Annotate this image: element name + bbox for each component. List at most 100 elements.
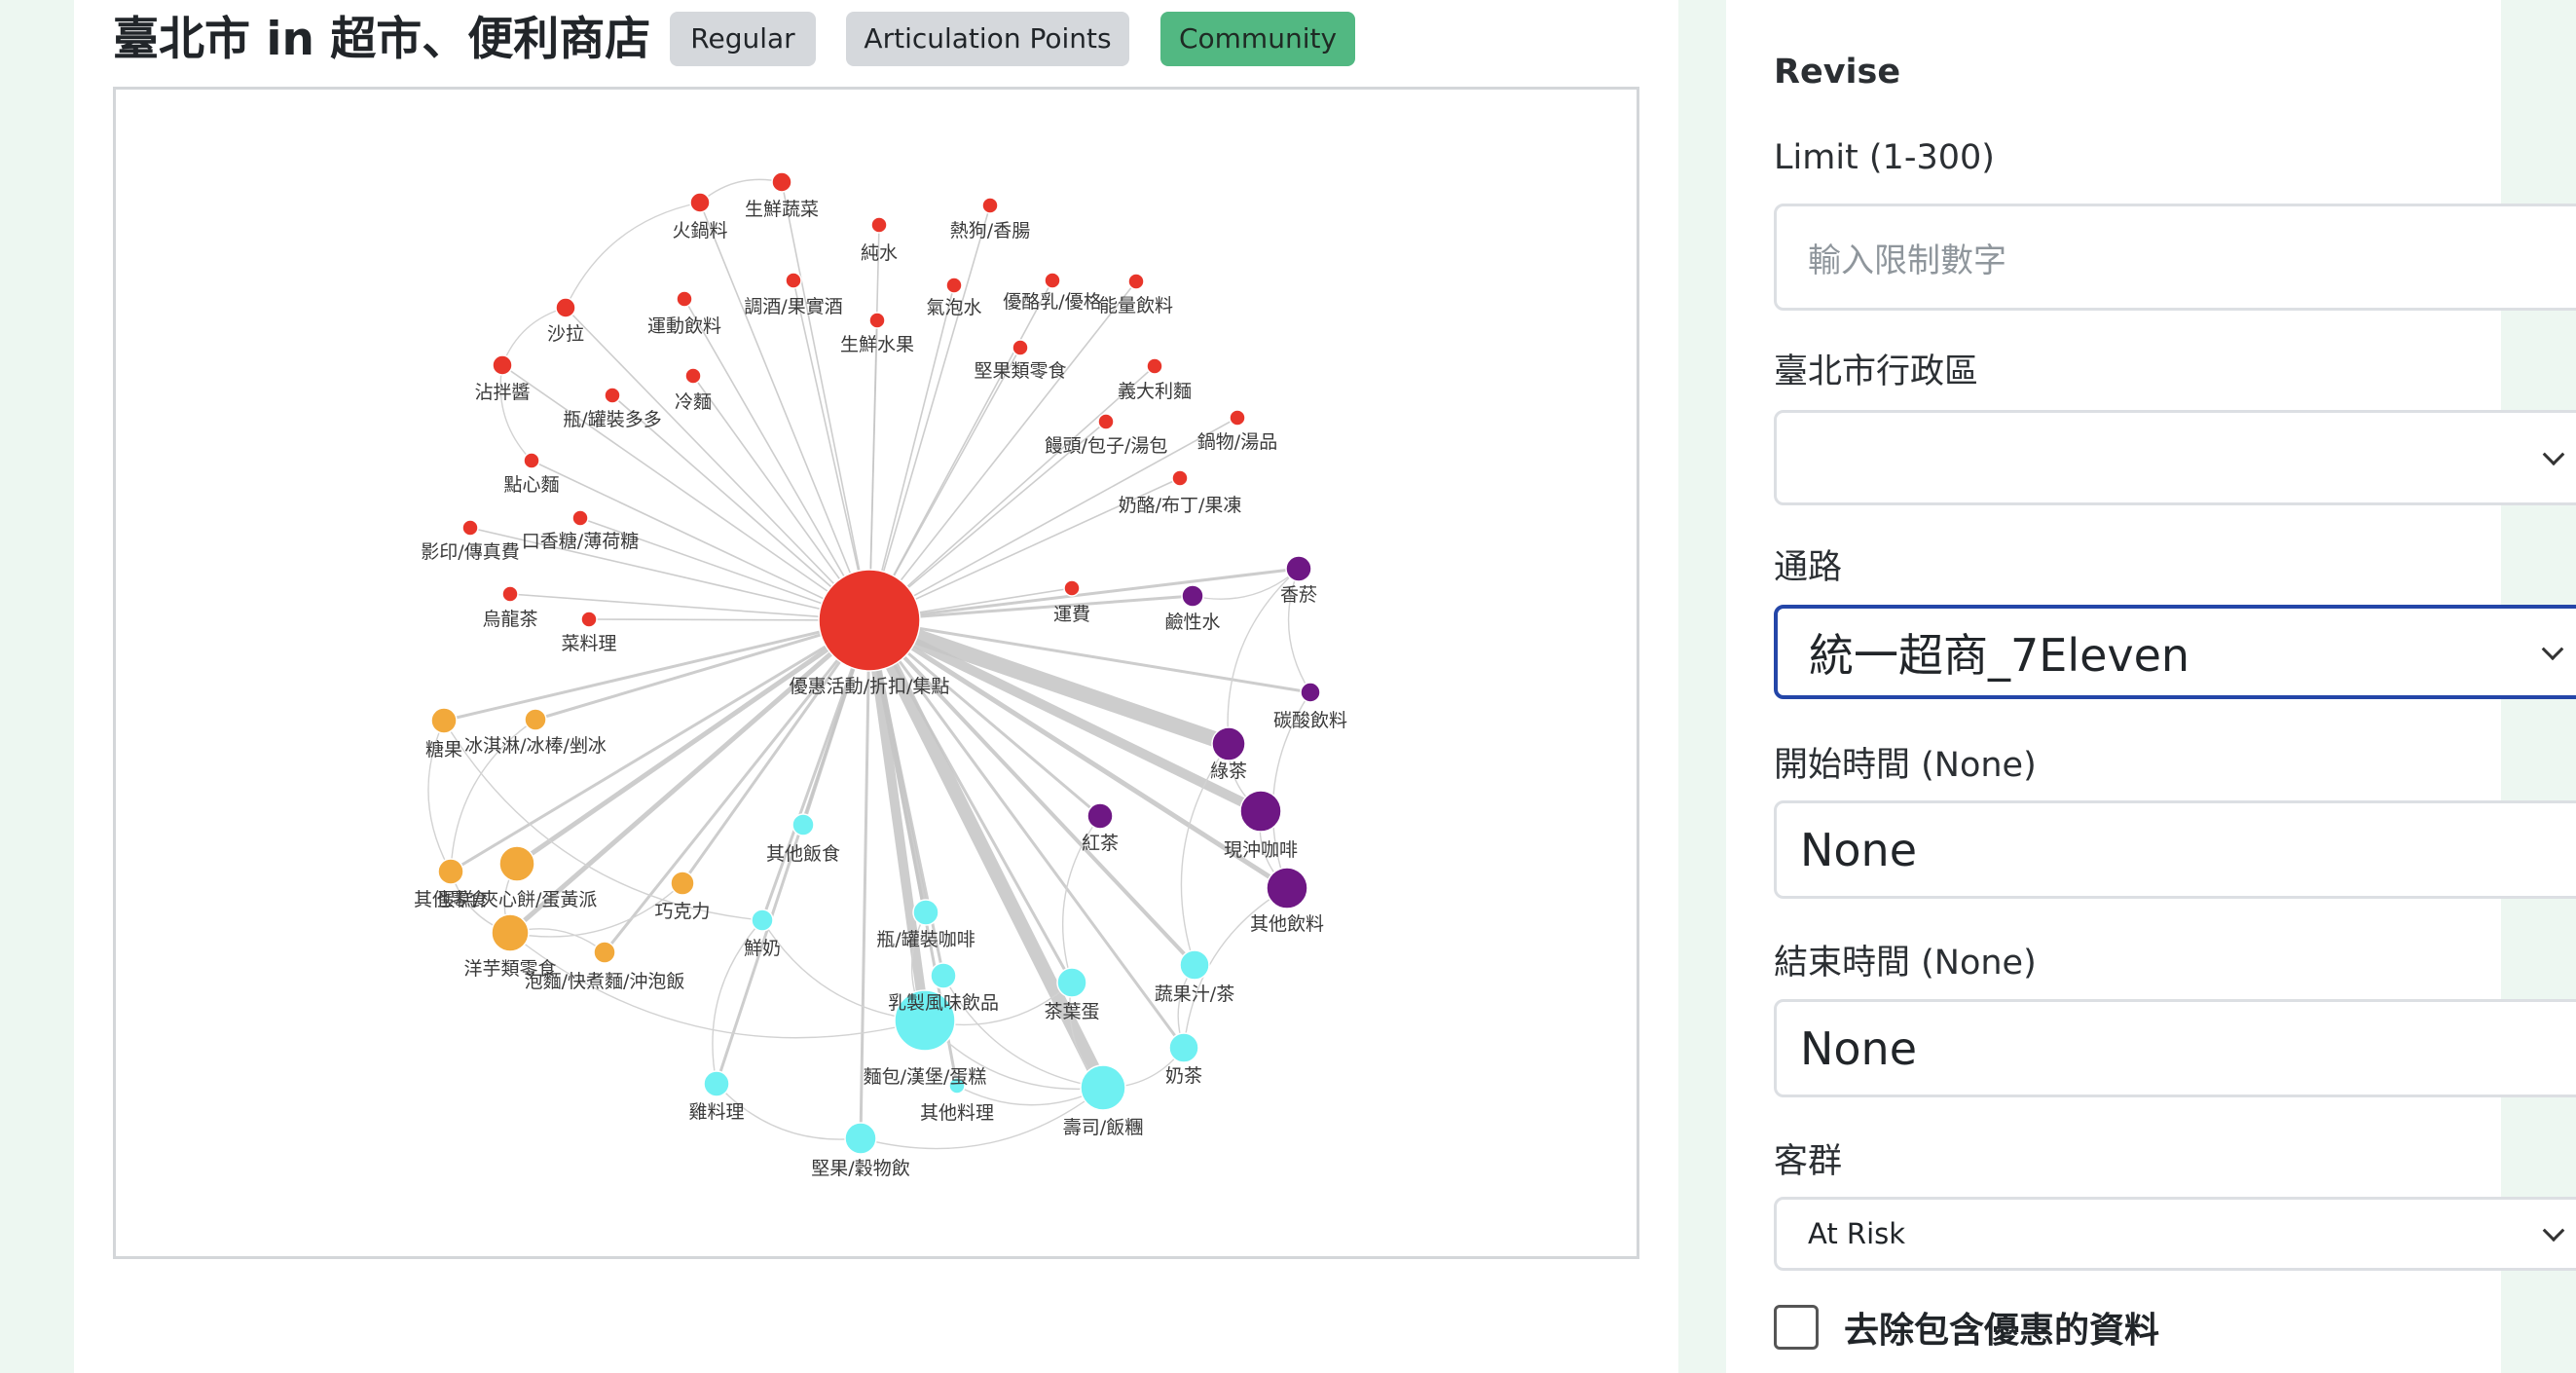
graph-node[interactable] [981, 197, 999, 214]
graph-node[interactable] [818, 569, 921, 672]
customer-group-label: 客群 [1774, 1142, 1843, 1181]
graph-node[interactable] [1044, 272, 1061, 289]
graph-node-label: 巧克力 [654, 901, 710, 922]
graph-node-label: 其他飲料 [1250, 913, 1324, 935]
graph-node[interactable] [771, 171, 792, 193]
exclude-discount-label: 去除包含優惠的資料 [1844, 1311, 2160, 1351]
graph-node[interactable] [501, 585, 519, 603]
main-panel: 臺北市 in 超市、便利商店 Regular Articulation Poin… [74, 0, 1678, 1373]
graph-node[interactable] [684, 367, 702, 385]
graph-node[interactable] [676, 290, 693, 308]
graph-node[interactable] [593, 941, 616, 964]
graph-node[interactable] [1285, 555, 1312, 582]
graph-node[interactable] [930, 962, 957, 989]
limit-input[interactable]: 輸入限制數字 [1774, 204, 2576, 311]
graph-node[interactable] [1266, 867, 1308, 909]
graph-node[interactable] [1127, 273, 1145, 290]
graph-node[interactable] [555, 297, 576, 318]
graph-node-label: 純水 [861, 242, 898, 264]
graph-node-label: 能量飲料 [1099, 295, 1173, 316]
graph-node[interactable] [604, 387, 621, 404]
graph-node[interactable] [868, 312, 886, 329]
graph-node[interactable] [1168, 1032, 1199, 1063]
channel-label: 通路 [1774, 548, 1843, 587]
graph-node-label: 點心麵 [503, 474, 559, 496]
graph-node[interactable] [523, 452, 540, 469]
graph-node[interactable] [1063, 579, 1081, 597]
graph-node[interactable] [1239, 790, 1282, 833]
graph-node-label: 運費 [1053, 604, 1090, 625]
end-time-input[interactable]: None [1774, 999, 2576, 1097]
graph-node[interactable] [785, 272, 802, 289]
graph-node[interactable] [1179, 949, 1210, 981]
graph-node-label: 堅果/穀物飲 [811, 1158, 909, 1179]
graph-node-label: 生鮮蔬菜 [745, 199, 819, 220]
graph-node[interactable] [870, 216, 888, 234]
customer-group-select[interactable]: At Risk [1774, 1197, 2576, 1271]
tab-articulation-points[interactable]: Articulation Points [846, 12, 1129, 66]
graph-node[interactable] [498, 845, 535, 882]
graph-node-label: 運動飲料 [647, 315, 721, 337]
graph-edge [868, 204, 991, 621]
graph-node[interactable] [430, 707, 458, 734]
graph-node[interactable] [1171, 469, 1189, 487]
chevron-down-icon [2541, 637, 2564, 660]
graph-node-label: 調酒/果實酒 [744, 296, 842, 317]
graph-edge [699, 202, 870, 621]
graph-node[interactable] [571, 509, 589, 527]
channel-value: 統一超商_7Eleven [1809, 628, 2190, 682]
graph-node[interactable] [1012, 339, 1029, 356]
network-graph-panel[interactable]: 優惠活動/折扣/集點 生鮮蔬菜 火鍋料 純水 熱狗/香腸 調酒/果實酒 氣泡水 優酪乳/優格能… [113, 87, 1639, 1259]
graph-node-label: 鹼性水 [1164, 612, 1220, 633]
graph-node[interactable] [1097, 413, 1115, 430]
graph-node[interactable] [492, 354, 513, 376]
graph-node[interactable] [1080, 1064, 1126, 1111]
graph-edge [859, 619, 871, 1139]
graph-node[interactable] [703, 1070, 730, 1097]
graph-node[interactable] [945, 277, 963, 294]
graph-node[interactable] [491, 913, 530, 952]
graph-node-label: 蔬果汁/茶 [1155, 983, 1234, 1005]
graph-node[interactable] [791, 813, 815, 836]
graph-node-label: 乳製風味飲品 [888, 992, 999, 1014]
graph-node[interactable] [1056, 967, 1087, 998]
graph-node-label: 義大利麵 [1118, 381, 1192, 402]
graph-node[interactable] [751, 909, 774, 932]
graph-node[interactable] [1300, 682, 1321, 703]
graph-node-label: 泡麵/快煮麵/沖泡飯 [525, 971, 685, 992]
graph-node-label: 熱狗/香腸 [950, 220, 1030, 241]
tab-community[interactable]: Community [1160, 12, 1355, 66]
graph-node[interactable] [1211, 726, 1246, 761]
graph-node[interactable] [1146, 357, 1163, 375]
graph-node-label: 其他飯食 [766, 843, 840, 865]
graph-node-label: 口香糖/薄荷糖 [522, 531, 639, 552]
graph-node-label: 香菸 [1280, 584, 1317, 606]
end-time-value: None [1800, 1021, 1918, 1075]
channel-select[interactable]: 統一超商_7Eleven [1774, 605, 2576, 699]
graph-node[interactable] [1229, 409, 1246, 427]
exclude-discount-checkbox[interactable] [1774, 1305, 1819, 1350]
graph-node[interactable] [689, 192, 711, 213]
tab-regular[interactable]: Regular [670, 12, 816, 66]
graph-node[interactable] [437, 858, 464, 885]
graph-node[interactable] [670, 871, 695, 896]
graph-node[interactable] [580, 611, 598, 628]
graph-node[interactable] [461, 519, 479, 537]
graph-node-label: 饅頭/包子/湯包 [1045, 435, 1168, 457]
graph-node[interactable] [1086, 802, 1114, 830]
graph-node-label: 沙拉 [547, 323, 584, 345]
graph-node[interactable] [524, 708, 547, 731]
chevron-down-icon [2542, 443, 2565, 466]
graph-node[interactable] [844, 1122, 877, 1155]
network-graph[interactable]: 優惠活動/折扣/集點 生鮮蔬菜火鍋料純水 熱狗/香腸調酒/果實酒 氣泡水 優酪乳/優格能… [116, 90, 1637, 1256]
graph-edge [603, 619, 871, 953]
graph-node-label: 鮮奶 [744, 938, 781, 959]
start-time-label: 開始時間 (None) [1774, 746, 2037, 785]
graph-edge [792, 279, 870, 621]
graph-node[interactable] [1181, 584, 1204, 608]
graph-node-label: 現沖咖啡 [1224, 839, 1298, 861]
graph-node[interactable] [912, 899, 939, 926]
graph-node-label: 雞料理 [688, 1101, 744, 1123]
start-time-input[interactable]: None [1774, 800, 2576, 899]
district-select[interactable] [1774, 410, 2576, 505]
